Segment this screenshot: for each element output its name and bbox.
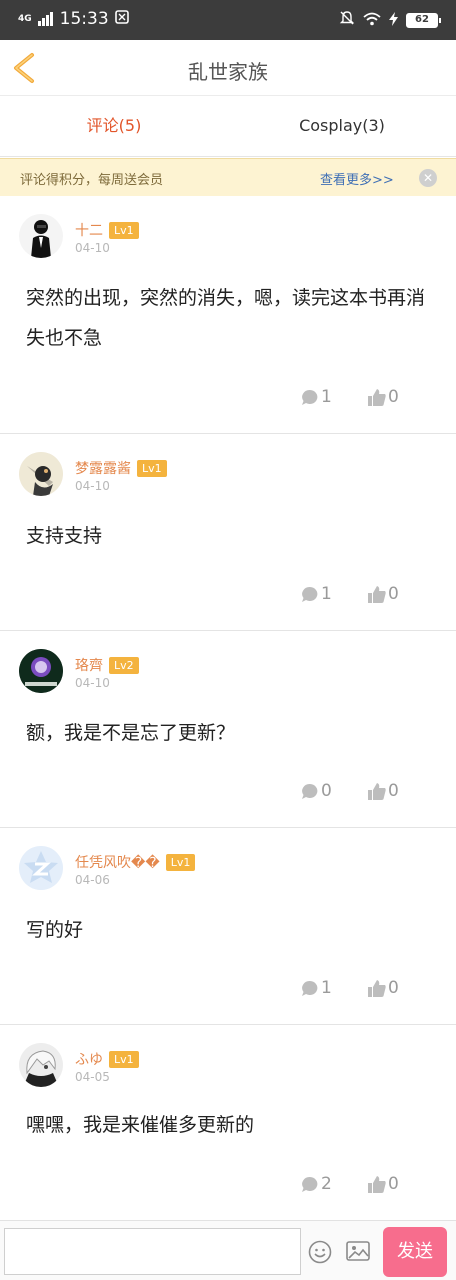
- status-bar: 4G 15:33 62: [0, 0, 456, 40]
- thumbs-up-icon: [368, 1175, 386, 1193]
- reply-count: 0: [321, 781, 332, 801]
- reply-button[interactable]: 1: [301, 978, 332, 998]
- comment-item: 珞齊 Lv2 04-10 额，我是不是忘了更新？ 0 0: [0, 631, 456, 828]
- comment-text: 支持支持: [26, 525, 103, 547]
- page-title: 乱世家族: [188, 60, 268, 84]
- like-count: 0: [388, 387, 399, 407]
- thumbs-up-icon: [368, 782, 386, 800]
- network-type: 4G: [18, 13, 32, 24]
- comment-item: 十二 Lv1 04-10 突然的出现，突然的消失，嗯，读完这本书再消失也不急 1…: [0, 196, 456, 434]
- comment-item: ふゆ Lv1 04-05 嘿嘿，我是来催催多更新的 2 0: [0, 1025, 456, 1220]
- comment-input-bar: 发送: [0, 1220, 456, 1280]
- comment-text: 额，我是不是忘了更新？: [26, 722, 236, 744]
- image-icon[interactable]: [346, 1240, 370, 1262]
- comment-username[interactable]: ふゆ: [75, 1049, 103, 1069]
- clock: 15:33: [59, 9, 109, 29]
- comment-bubble-icon: [302, 1176, 318, 1192]
- mute-icon: [339, 10, 355, 30]
- notice-more-link[interactable]: 查看更多>>: [320, 169, 394, 188]
- comment-username[interactable]: 梦露露酱: [75, 458, 131, 478]
- signal-icon: [37, 12, 54, 26]
- reply-button[interactable]: 2: [301, 1174, 332, 1194]
- level-badge: Lv2: [109, 656, 139, 674]
- comment-date: 04-06: [75, 873, 110, 887]
- level-badge: Lv1: [137, 459, 167, 477]
- comment-input[interactable]: [4, 1228, 301, 1275]
- comment-bubble-icon: [302, 389, 318, 405]
- level-badge: Lv1: [109, 1050, 139, 1068]
- like-count: 0: [388, 978, 399, 998]
- like-count: 0: [388, 584, 399, 604]
- like-button[interactable]: 0: [368, 584, 399, 604]
- comment-item: 任凭风吹�� Lv1 04-06 写的好 1 0: [0, 828, 456, 1025]
- like-count: 0: [388, 781, 399, 801]
- thumbs-up-icon: [368, 388, 386, 406]
- reply-button[interactable]: 1: [301, 584, 332, 604]
- battery-icon: 62: [406, 12, 441, 28]
- comment-item: 梦露露酱 Lv1 04-10 支持支持 1 0: [0, 434, 456, 631]
- avatar[interactable]: [19, 452, 63, 496]
- tab-cosplay[interactable]: Cosplay(3): [228, 97, 456, 156]
- emoji-icon[interactable]: [308, 1240, 332, 1264]
- reply-button[interactable]: 1: [301, 387, 332, 407]
- avatar[interactable]: [19, 846, 63, 890]
- like-button[interactable]: 0: [368, 781, 399, 801]
- comment-text: 嘿嘿，我是来催催多更新的: [26, 1114, 255, 1136]
- send-button[interactable]: 发送: [383, 1227, 447, 1277]
- reply-count: 1: [321, 387, 332, 407]
- comment-date: 04-10: [75, 676, 110, 690]
- like-button[interactable]: 0: [368, 387, 399, 407]
- wifi-icon: [363, 11, 381, 30]
- thumbs-up-icon: [368, 979, 386, 997]
- comment-username[interactable]: 任凭风吹��: [75, 852, 160, 872]
- avatar[interactable]: [19, 214, 63, 258]
- comment-text: 写的好: [26, 919, 84, 941]
- comment-bubble-icon: [302, 586, 318, 602]
- comment-date: 04-05: [75, 1070, 110, 1084]
- avatar[interactable]: [19, 1043, 63, 1087]
- reply-count: 2: [321, 1174, 332, 1194]
- tab-comments[interactable]: 评论(5): [0, 97, 228, 156]
- like-button[interactable]: 0: [368, 1174, 399, 1194]
- reply-button[interactable]: 0: [301, 781, 332, 801]
- tab-bar: 评论(5) Cosplay(3): [0, 97, 456, 157]
- notice-text: 评论得积分，每周送会员: [20, 173, 164, 188]
- notification-icon: [114, 9, 129, 29]
- nav-bar: 乱世家族: [0, 40, 456, 96]
- comment-username[interactable]: 珞齊: [75, 655, 103, 675]
- comment-bubble-icon: [302, 783, 318, 799]
- like-button[interactable]: 0: [368, 978, 399, 998]
- level-badge: Lv1: [109, 221, 139, 239]
- comment-text: 突然的出现，突然的消失，嗯，读完这本书再消失也不急: [26, 287, 426, 349]
- like-count: 0: [388, 1174, 399, 1194]
- comment-bubble-icon: [302, 980, 318, 996]
- comment-date: 04-10: [75, 241, 110, 255]
- thumbs-up-icon: [368, 585, 386, 603]
- charging-icon: [389, 11, 398, 30]
- reply-count: 1: [321, 584, 332, 604]
- close-icon[interactable]: ✕: [419, 169, 437, 187]
- level-badge: Lv1: [165, 853, 196, 871]
- comment-date: 04-10: [75, 479, 110, 493]
- comment-username[interactable]: 十二: [75, 220, 103, 240]
- avatar[interactable]: [19, 649, 63, 693]
- notice-banner: 评论得积分，每周送会员 查看更多>> ✕: [0, 158, 456, 196]
- reply-count: 1: [321, 978, 332, 998]
